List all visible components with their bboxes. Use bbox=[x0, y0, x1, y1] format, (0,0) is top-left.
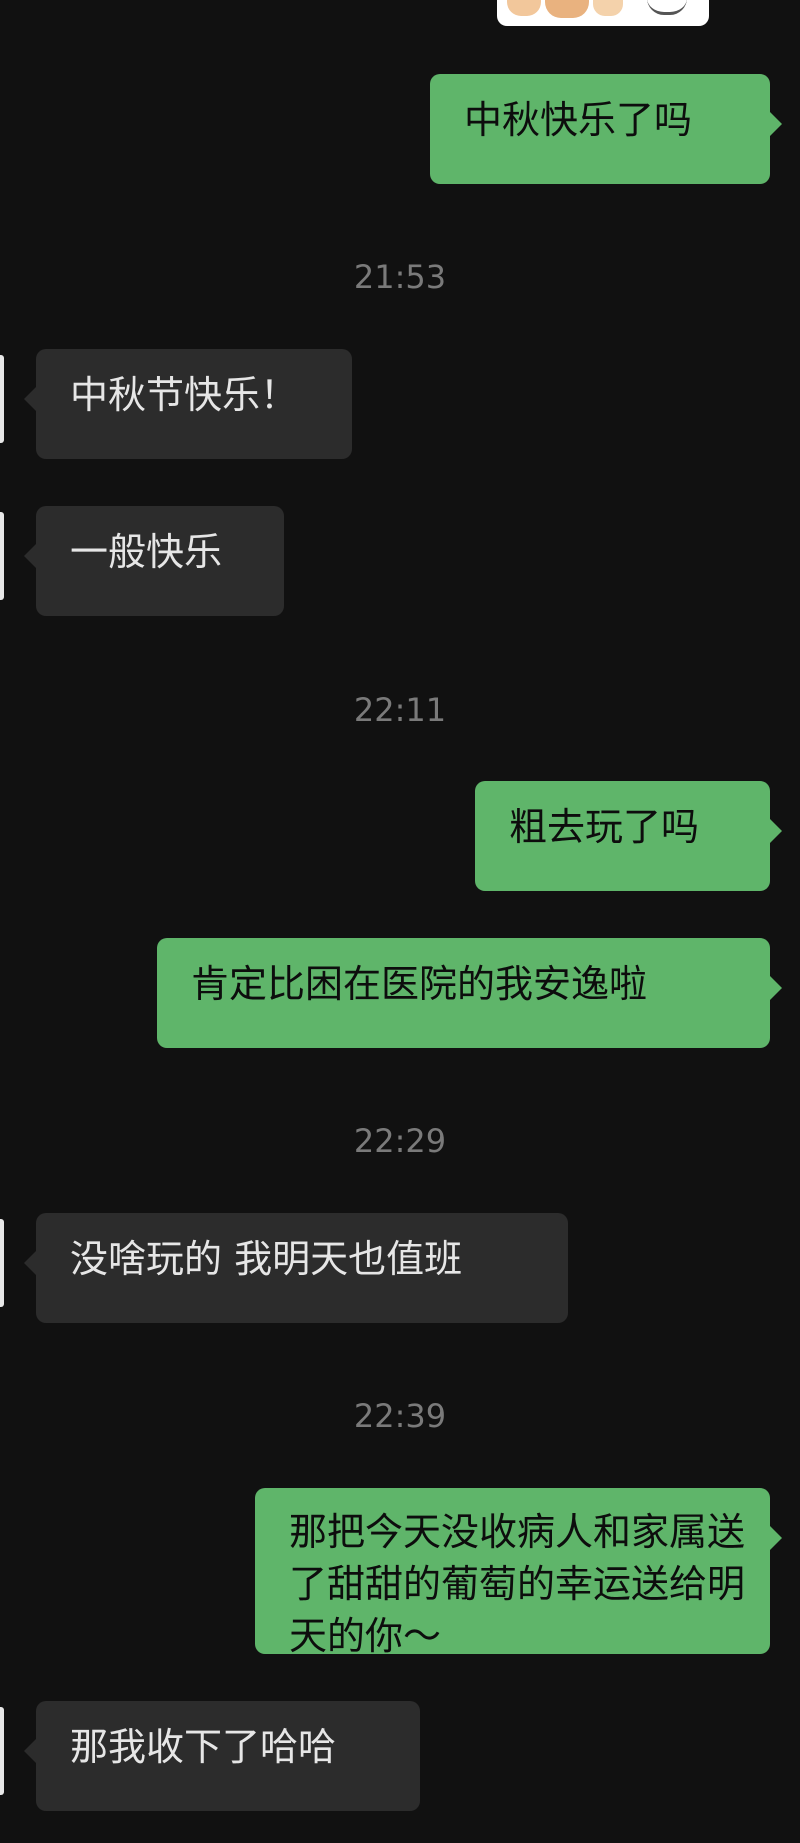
message-text: 那把今天没收病人和家属送了甜甜的葡萄的幸运送给明天的你～ bbox=[289, 1510, 746, 1658]
message-text: 没啥玩的 我明天也值班 bbox=[70, 1237, 463, 1281]
bubble-tail bbox=[24, 1739, 36, 1763]
timestamp: 22:11 bbox=[353, 691, 447, 729]
timestamp: 21:53 bbox=[353, 258, 447, 296]
bubble-tail bbox=[24, 1251, 36, 1275]
incoming-message-bubble[interactable]: 中秋节快乐！ bbox=[24, 349, 352, 459]
sender-avatar-edge[interactable] bbox=[0, 1219, 4, 1307]
outgoing-message-bubble[interactable]: 肯定比困在医院的我安逸啦 bbox=[157, 938, 782, 1048]
bubble-tail bbox=[770, 112, 782, 136]
sender-avatar-edge[interactable] bbox=[0, 355, 4, 443]
sticker-part bbox=[593, 0, 623, 16]
sticker-image[interactable] bbox=[497, 0, 709, 26]
message-text: 中秋快乐了吗 bbox=[464, 98, 693, 142]
bubble-tail bbox=[24, 544, 36, 568]
sender-avatar-edge[interactable] bbox=[0, 1707, 4, 1795]
incoming-message-bubble[interactable]: 没啥玩的 我明天也值班 bbox=[24, 1213, 568, 1323]
message-text: 一般快乐 bbox=[70, 530, 223, 574]
message-text: 那我收下了哈哈 bbox=[70, 1725, 337, 1769]
sender-avatar-edge[interactable] bbox=[0, 512, 4, 600]
timestamp: 22:29 bbox=[353, 1122, 447, 1160]
timestamp: 22:39 bbox=[353, 1397, 447, 1435]
incoming-message-bubble[interactable]: 一般快乐 bbox=[24, 506, 284, 616]
outgoing-message-bubble[interactable]: 中秋快乐了吗 bbox=[430, 74, 782, 184]
message-text: 肯定比困在医院的我安逸啦 bbox=[191, 962, 648, 1006]
incoming-message-bubble[interactable]: 那我收下了哈哈 bbox=[24, 1701, 420, 1811]
chat-message-list[interactable]: 中秋快乐了吗 21:53 中秋节快乐！ 一般快乐 22:11 粗去玩了吗 肯定比… bbox=[0, 0, 800, 1843]
sticker-part bbox=[647, 0, 687, 15]
sticker-part bbox=[507, 0, 541, 16]
sticker-part bbox=[545, 0, 589, 18]
outgoing-message-bubble[interactable]: 粗去玩了吗 bbox=[475, 781, 782, 891]
bubble-tail bbox=[770, 976, 782, 1000]
outgoing-message-bubble[interactable]: 那把今天没收病人和家属送了甜甜的葡萄的幸运送给明天的你～ bbox=[255, 1488, 782, 1658]
message-text: 粗去玩了吗 bbox=[509, 805, 700, 849]
bubble-tail bbox=[770, 819, 782, 843]
bubble-tail bbox=[770, 1526, 782, 1550]
message-text: 中秋节快乐！ bbox=[70, 373, 299, 417]
bubble-tail bbox=[24, 387, 36, 411]
